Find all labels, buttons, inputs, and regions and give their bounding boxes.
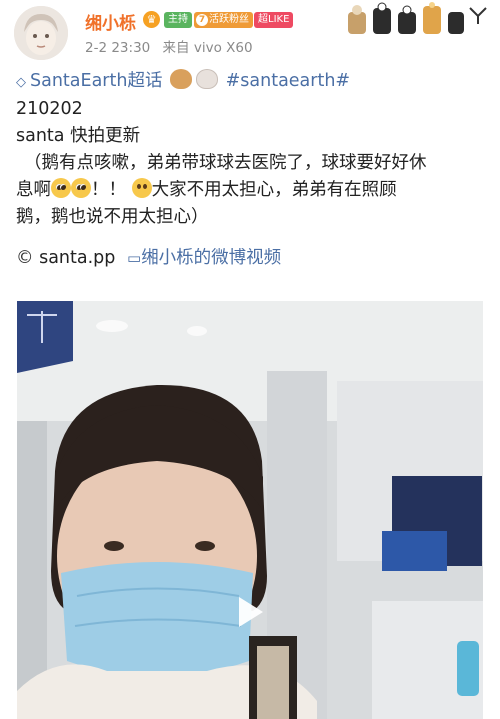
- post-time: 2-2 23:30: [85, 40, 151, 56]
- post-source: 来自 vivo X60: [162, 40, 253, 56]
- crown-icon: ♛: [143, 11, 160, 28]
- super-topic-link[interactable]: SantaEarth超话: [30, 71, 162, 91]
- diamond-icon: ◇: [16, 75, 26, 90]
- post-line-1: santa 快拍更新: [16, 126, 141, 146]
- pleading-face-icon: [51, 178, 71, 198]
- post-header: 缃小栎 ♛ 主持 7 活跃粉丝 超LIKE 2-2 23:30 来自 vivo …: [0, 0, 500, 62]
- card-decoration-icon: [338, 2, 488, 36]
- post-line-3: 息啊 ！！ 大家不用太担心，弟弟有在照顾: [16, 177, 488, 204]
- video-link[interactable]: 缃小栎的微博视频: [141, 248, 281, 268]
- host-badge[interactable]: 主持: [164, 12, 192, 28]
- pleading-face-icon: [71, 178, 91, 198]
- fan-level-label: 活跃粉丝: [209, 14, 249, 25]
- credit-name: santa.pp: [39, 248, 116, 268]
- post-line-3c: 大家不用太担心，弟弟有在照顾: [151, 180, 397, 200]
- video-camera-icon: ▭: [126, 249, 142, 267]
- super-like-badge[interactable]: 超LIKE: [254, 12, 294, 28]
- copyright-icon: ©: [16, 248, 34, 268]
- post-content: ◇ SantaEarth超话 #santaearth# 210202 santa …: [16, 68, 488, 272]
- date-code: 210202: [16, 99, 83, 119]
- post-line-2: （鹅有点咳嗽，弟弟带球球去医院了，球球要好好休: [24, 153, 427, 173]
- fan-level-badge[interactable]: 7 活跃粉丝: [194, 12, 253, 28]
- post-line-4: 鹅，鹅也说不用太担心）: [16, 207, 209, 227]
- credit-line: © santa.pp ▭缃小栎的微博视频: [16, 245, 488, 272]
- post-meta: 2-2 23:30 来自 vivo X60: [85, 36, 253, 56]
- topic-line: ◇ SantaEarth超话 #santaearth#: [16, 68, 488, 96]
- dog-emoji-icon: [170, 69, 193, 89]
- avatar[interactable]: [14, 6, 68, 60]
- rabbit-emoji-icon: [196, 69, 219, 89]
- post-line-3a: 息啊: [16, 180, 51, 200]
- worried-face-icon: [131, 178, 152, 198]
- username[interactable]: 缃小栎: [85, 9, 136, 34]
- play-icon[interactable]: [239, 597, 263, 627]
- fan-level-number: 7: [196, 14, 208, 26]
- hashtag-link[interactable]: #santaearth#: [226, 71, 350, 91]
- video-player[interactable]: [17, 301, 483, 719]
- post-line-3b: ！！: [91, 180, 126, 200]
